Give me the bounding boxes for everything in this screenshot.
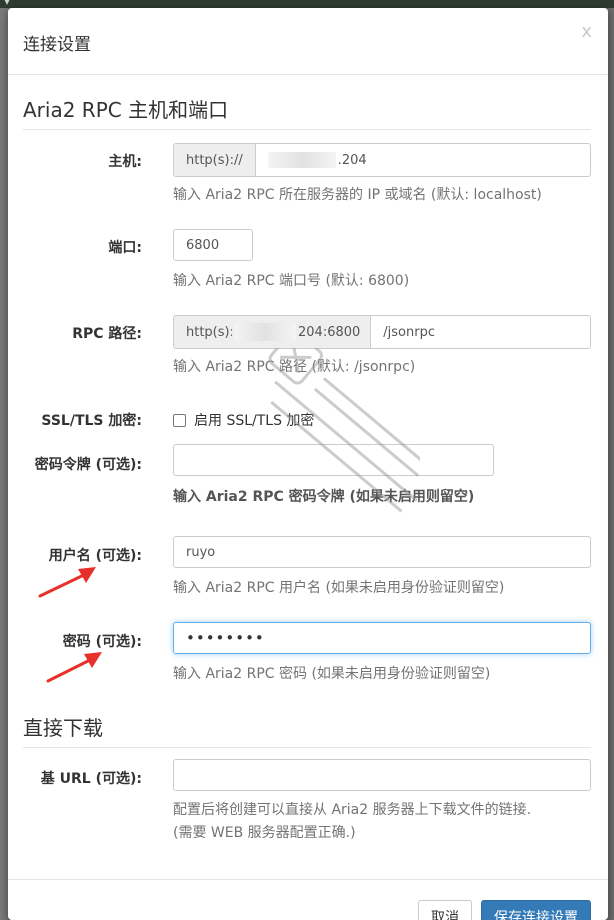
password-help: 输入 Aria2 RPC 密码 (如果未启用身份验证则留空) <box>173 666 491 682</box>
rpc-path-addon: http(s):// 204:6800 <box>174 316 372 348</box>
cancel-button[interactable]: 取消 <box>418 900 472 920</box>
ssl-label: SSL/TLS 加密: <box>41 413 142 429</box>
save-connection-settings-button[interactable]: 保存连接设置 <box>481 900 591 920</box>
connection-settings-dialog: 连接设置 x Aria2 RPC 主机和端口 主机: http(s):// .2… <box>8 8 608 920</box>
navbar-fragment: ▾ <box>4 0 11 8</box>
token-help: 输入 Aria2 RPC 密码令牌 (如果未启用则留空) <box>173 489 475 505</box>
token-label: 密码令牌 (可选): <box>34 457 142 473</box>
username-label: 用户名 (可选): <box>48 548 142 564</box>
modal-title: 连接设置 <box>23 35 91 55</box>
ssl-checkbox[interactable] <box>173 413 186 427</box>
ssl-checkbox-label: 启用 SSL/TLS 加密 <box>194 413 315 429</box>
username-help: 输入 Aria2 RPC 用户名 (如果未启用身份验证则留空) <box>173 580 505 596</box>
base-url-help-line2: (需要 WEB 服务器配置正确.) <box>173 825 356 841</box>
section-title-rpc: Aria2 RPC 主机和端口 <box>23 94 591 130</box>
modal-header: 连接设置 x <box>8 8 608 75</box>
background-page-edge <box>0 8 8 920</box>
port-input[interactable]: 6800 <box>173 229 253 261</box>
rpc-path-input[interactable]: /jsonrpc <box>371 316 590 348</box>
modal-footer: 取消 保存连接设置 <box>8 879 608 920</box>
host-help: 输入 Aria2 RPC 所在服务器的 IP 或域名 (默认: localhos… <box>173 187 542 203</box>
password-input[interactable]: •••••••• <box>173 622 591 654</box>
rpc-path-help: 输入 Aria2 RPC 路径 (默认: /jsonrpc) <box>173 359 416 375</box>
host-input-group: http(s):// .204 <box>173 143 591 177</box>
base-url-help-line1: 配置后将创建可以直接从 Aria2 服务器上下载文件的链接. <box>173 802 532 818</box>
close-icon[interactable]: x <box>581 21 592 42</box>
base-url-label: 基 URL (可选): <box>40 771 142 787</box>
annotation-arrow-icon <box>46 652 102 683</box>
host-value-suffix: .204 <box>337 152 367 168</box>
annotation-arrow-icon <box>38 567 96 598</box>
background-navbar: ▾ <box>0 0 614 8</box>
rpc-path-label: RPC 路径: <box>72 326 142 342</box>
username-input[interactable]: ruyo <box>173 536 591 568</box>
redacted-blur <box>234 323 296 341</box>
ssl-checkbox-row[interactable]: 启用 SSL/TLS 加密 <box>173 410 314 430</box>
host-input[interactable]: .204 <box>256 144 590 176</box>
redacted-blur <box>267 152 336 168</box>
host-label: 主机: <box>108 154 142 170</box>
section-title-direct-download: 直接下载 <box>23 712 591 748</box>
rpc-path-prefix-end: 204:6800 <box>298 324 361 340</box>
host-protocol-addon: http(s):// <box>174 144 256 176</box>
rpc-path-prefix-start: http(s):// <box>186 324 232 340</box>
port-help: 输入 Aria2 RPC 端口号 (默认: 6800) <box>173 273 410 289</box>
token-input[interactable] <box>173 444 494 476</box>
port-label: 端口: <box>108 240 142 256</box>
rpc-path-input-group: http(s):// 204:6800 /jsonrpc <box>173 315 591 349</box>
base-url-input[interactable] <box>173 759 591 791</box>
